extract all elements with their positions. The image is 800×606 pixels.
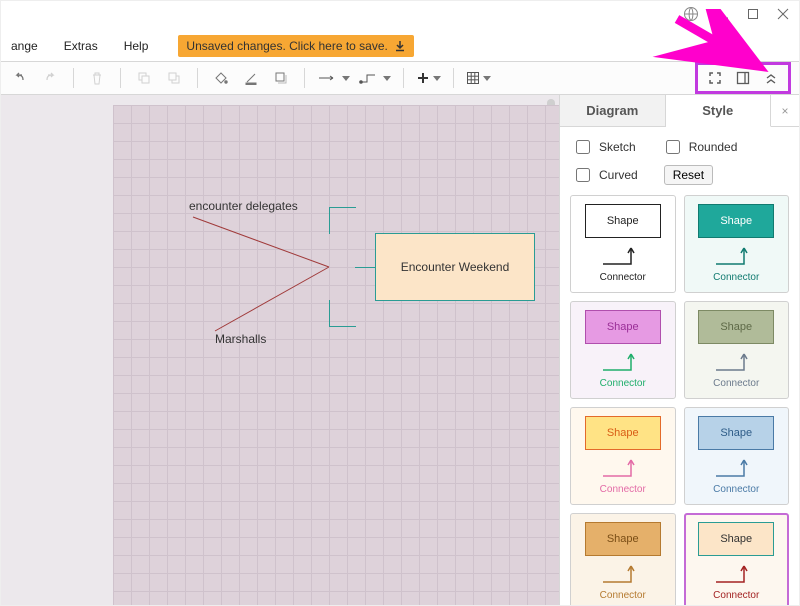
- sketch-label: Sketch: [599, 140, 636, 154]
- to-back-button[interactable]: [163, 67, 185, 89]
- preset-shape: Shape: [585, 310, 661, 344]
- edge-marshalls[interactable]: [215, 267, 329, 331]
- globe-icon[interactable]: [683, 6, 699, 22]
- preset-shape: Shape: [698, 204, 774, 238]
- preset-connector-icon: [698, 560, 774, 586]
- minimize-icon[interactable]: [717, 8, 729, 20]
- panel-tabs: Diagram Style ×: [560, 95, 799, 127]
- download-icon: [394, 40, 406, 52]
- preset-shape: Shape: [585, 416, 661, 450]
- curved-checkbox[interactable]: Curved: [572, 165, 638, 185]
- preset-shape: Shape: [698, 310, 774, 344]
- undo-button[interactable]: [9, 67, 31, 89]
- preset-connector-label: Connector: [713, 590, 759, 601]
- preset-connector-label: Connector: [600, 378, 646, 389]
- menubar: ange Extras Help Unsaved changes. Click …: [1, 31, 799, 61]
- style-presets-grid: Shape Connector Shape Connector Shape Connect…: [560, 191, 799, 606]
- preset-connector-label: Connector: [713, 378, 759, 389]
- preset-connector-icon: [585, 560, 661, 586]
- sketch-checkbox[interactable]: Sketch: [572, 137, 636, 157]
- insert-dropdown[interactable]: [416, 71, 441, 85]
- toolbar: [1, 61, 799, 95]
- drawing-canvas[interactable]: encounter delegates Marshalls Encounter …: [113, 105, 559, 605]
- collapse-button[interactable]: [760, 67, 782, 89]
- preset-shape: Shape: [585, 522, 661, 556]
- unsaved-banner[interactable]: Unsaved changes. Click here to save.: [178, 35, 413, 57]
- style-preset-4[interactable]: Shape Connector: [570, 407, 676, 505]
- style-preset-1[interactable]: Shape Connector: [684, 195, 790, 293]
- style-preset-0[interactable]: Shape Connector: [570, 195, 676, 293]
- preset-connector-icon: [698, 348, 774, 374]
- fill-color-button[interactable]: [210, 67, 232, 89]
- preset-connector-label: Connector: [713, 272, 759, 283]
- preset-connector-icon: [585, 242, 661, 268]
- format-panel-toggle[interactable]: [732, 67, 754, 89]
- preset-connector-label: Connector: [600, 272, 646, 283]
- redo-button[interactable]: [39, 67, 61, 89]
- format-panel: Diagram Style × Sketch Rounded Curved Re…: [559, 95, 799, 605]
- rounded-label: Rounded: [689, 140, 738, 154]
- to-front-button[interactable]: [133, 67, 155, 89]
- panel-close-button[interactable]: ×: [771, 95, 799, 126]
- delete-button[interactable]: [86, 67, 108, 89]
- node-encounter-weekend[interactable]: Encounter Weekend: [375, 233, 535, 301]
- fullscreen-button[interactable]: [704, 67, 726, 89]
- edge-delegates[interactable]: [193, 217, 329, 267]
- menu-arrange[interactable]: ange: [7, 37, 42, 55]
- waypoint-style-dropdown[interactable]: [358, 72, 391, 84]
- style-options: Sketch Rounded Curved Reset: [560, 127, 799, 191]
- curved-label: Curved: [599, 168, 638, 182]
- tab-diagram[interactable]: Diagram: [560, 95, 666, 126]
- style-preset-5[interactable]: Shape Connector: [684, 407, 790, 505]
- preset-shape: Shape: [698, 416, 774, 450]
- style-preset-6[interactable]: Shape Connector: [570, 513, 676, 606]
- node-encounter-delegates[interactable]: encounter delegates: [189, 199, 298, 213]
- view-tools-highlighted: [695, 62, 791, 94]
- line-color-button[interactable]: [240, 67, 262, 89]
- style-preset-7[interactable]: Shape Connector: [684, 513, 790, 606]
- preset-connector-icon: [585, 348, 661, 374]
- shadow-button[interactable]: [270, 67, 292, 89]
- unsaved-banner-text: Unsaved changes. Click here to save.: [186, 39, 387, 53]
- preset-shape: Shape: [585, 204, 661, 238]
- window-controls: [683, 1, 799, 27]
- style-preset-3[interactable]: Shape Connector: [684, 301, 790, 399]
- preset-connector-label: Connector: [600, 484, 646, 495]
- preset-connector-label: Connector: [713, 484, 759, 495]
- connection-style-dropdown[interactable]: [317, 72, 350, 84]
- table-dropdown[interactable]: [466, 71, 491, 85]
- style-preset-2[interactable]: Shape Connector: [570, 301, 676, 399]
- canvas-area[interactable]: encounter delegates Marshalls Encounter …: [1, 95, 559, 605]
- tree-bracket[interactable]: [329, 207, 355, 327]
- preset-connector-icon: [585, 454, 661, 480]
- preset-connector-label: Connector: [600, 590, 646, 601]
- menu-extras[interactable]: Extras: [60, 37, 102, 55]
- close-icon[interactable]: [777, 8, 789, 20]
- rounded-checkbox[interactable]: Rounded: [662, 137, 738, 157]
- maximize-icon[interactable]: [747, 8, 759, 20]
- preset-connector-icon: [698, 242, 774, 268]
- preset-shape: Shape: [698, 522, 774, 556]
- menu-help[interactable]: Help: [120, 37, 153, 55]
- tab-style[interactable]: Style: [666, 95, 772, 127]
- reset-button[interactable]: Reset: [664, 165, 713, 185]
- preset-connector-icon: [698, 454, 774, 480]
